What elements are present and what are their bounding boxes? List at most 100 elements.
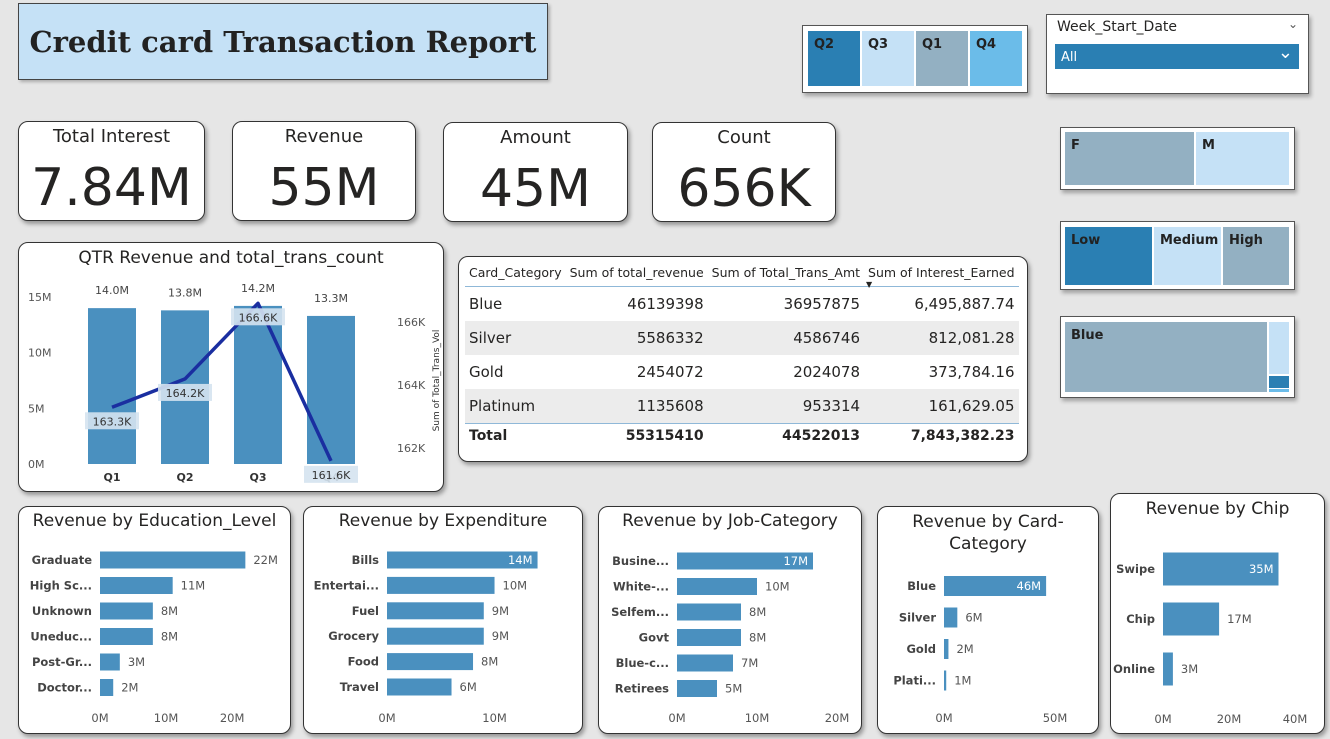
card-category-slicer: Blue bbox=[1060, 316, 1295, 398]
table-header[interactable]: Sum of Interest_Earned ▼ bbox=[864, 261, 1019, 289]
table-cell: Total bbox=[465, 423, 566, 448]
table-header[interactable]: Sum of total_revenue bbox=[565, 261, 708, 287]
bar[interactable] bbox=[234, 305, 282, 464]
table-cell: 46139398 bbox=[627, 295, 704, 313]
bar-data-label: 10M bbox=[765, 580, 790, 594]
gender-slicer-item-f[interactable]: F bbox=[1065, 132, 1194, 185]
bar-data-label: 8M bbox=[749, 631, 766, 645]
quarter-slicer-item-q2[interactable]: Q2 bbox=[808, 31, 860, 86]
table-cell: Blue bbox=[469, 295, 503, 313]
bar-data-label: 8M bbox=[161, 604, 178, 618]
category-label: Entertai... bbox=[314, 578, 379, 592]
table-cell: Platinum bbox=[465, 389, 566, 424]
gender-slicer-item-m[interactable]: M bbox=[1196, 132, 1289, 185]
card-category-chart: Blue 46M Silver 6M Gold 2M Plati... 1M 0M 50M bbox=[893, 576, 1067, 725]
bar[interactable] bbox=[100, 679, 114, 696]
quarter-slicer-item-q1[interactable]: Q1 bbox=[916, 31, 968, 86]
y-tick-label: 15M bbox=[28, 291, 52, 304]
bar[interactable] bbox=[677, 629, 741, 646]
bar[interactable] bbox=[677, 603, 741, 621]
bar[interactable] bbox=[677, 654, 733, 672]
income-slicer-item-high[interactable]: High bbox=[1223, 227, 1289, 285]
table-cell: 4586746 bbox=[707, 321, 865, 355]
kpi-total-interest: Total Interest 7.84M bbox=[18, 121, 205, 221]
bar[interactable] bbox=[944, 607, 958, 628]
quarter-slicer-item-q4[interactable]: Q4 bbox=[970, 31, 1022, 86]
category-label: Doctor... bbox=[37, 681, 92, 695]
bar[interactable] bbox=[387, 627, 484, 645]
report-title-box: Credit card Transaction Report bbox=[18, 3, 548, 80]
bar-data-label: 2M bbox=[956, 642, 973, 656]
category-label: Blue-c... bbox=[616, 656, 669, 670]
income-slicer-item-low[interactable]: Low bbox=[1065, 227, 1152, 285]
education-chart-card: Revenue by Education_Level Graduate 22M Hi… bbox=[18, 506, 291, 734]
bar-data-label: 1M bbox=[954, 674, 971, 688]
card-slicer-item-small[interactable] bbox=[1269, 389, 1289, 392]
trans-count-line[interactable] bbox=[111, 301, 333, 462]
table-cell: Silver bbox=[465, 321, 566, 355]
y2-axis-label: Sum of Total_Trans_Vol bbox=[432, 330, 442, 432]
category-label: Online bbox=[1113, 662, 1155, 676]
bar-data-label: 14.0M bbox=[95, 284, 129, 297]
bar[interactable] bbox=[387, 678, 452, 696]
bar[interactable] bbox=[944, 670, 947, 691]
expenditure-chart: Bills 14M Entertai... 10M Fuel 9M Grocery 9M Foo… bbox=[314, 551, 538, 725]
kpi-label: Amount bbox=[500, 127, 571, 148]
table-cell: 2024078 bbox=[793, 363, 861, 381]
chip-chart: Swipe 35M Chip 17M Online 3M 0M 20M 40M bbox=[1113, 552, 1308, 726]
table-cell: 373,784.16 bbox=[928, 363, 1015, 381]
x-tick-label: 20M bbox=[1217, 712, 1242, 726]
bar[interactable] bbox=[100, 551, 246, 569]
table-row: Platinum 1135608 953314 161,629.05 bbox=[465, 389, 1019, 424]
bar[interactable] bbox=[677, 578, 757, 595]
y-tick-label: 5M bbox=[28, 402, 45, 415]
table-header-row: Card_Category Sum of total_revenue Sum o… bbox=[465, 261, 1019, 289]
x-tick-label: 20M bbox=[220, 711, 245, 725]
bar[interactable] bbox=[387, 653, 474, 671]
bar-data-label: 9M bbox=[492, 604, 509, 618]
education-chart: Graduate 22M High Sc... 11M Unknown 8M Uneduc.… bbox=[30, 551, 278, 725]
sort-desc-icon: ▼ bbox=[866, 280, 873, 289]
bar[interactable] bbox=[100, 577, 173, 594]
x-tick-label: Q3 bbox=[249, 471, 266, 484]
x-tick-label: 40M bbox=[1283, 712, 1308, 726]
bar[interactable] bbox=[677, 680, 717, 697]
bar-data-label: 10M bbox=[503, 578, 528, 592]
qtr-revenue-chart: 0M 5M 10M 15M 162K 164K 166K Sum of Total_Trans… bbox=[28, 282, 442, 484]
dropdown-chevron-icon: ⌄ bbox=[1277, 42, 1293, 63]
category-label: Travel bbox=[340, 680, 379, 694]
bar-data-label: 7M bbox=[741, 656, 758, 670]
category-label: Unknown bbox=[32, 604, 92, 618]
week-slicer-dropdown[interactable]: All ⌄ bbox=[1055, 42, 1299, 69]
bar[interactable] bbox=[100, 602, 153, 620]
table-header[interactable]: Sum of Total_Trans_Amt bbox=[707, 261, 865, 287]
bar-data-label: 5M bbox=[725, 682, 742, 696]
income-slicer-item-medium[interactable]: Medium bbox=[1154, 227, 1221, 285]
quarter-slicer-item-q3[interactable]: Q3 bbox=[862, 31, 914, 86]
kpi-label: Revenue bbox=[284, 126, 364, 147]
card-slicer-item-small[interactable] bbox=[1269, 376, 1289, 388]
table-row: Gold 2454072 2024078 373,784.16 bbox=[465, 355, 1019, 389]
table-cell: 55315410 bbox=[565, 423, 708, 448]
kpi-value: 656K bbox=[677, 159, 811, 219]
bar[interactable] bbox=[1163, 652, 1173, 686]
bar[interactable] bbox=[100, 628, 153, 645]
bar[interactable] bbox=[307, 315, 355, 464]
bar[interactable] bbox=[88, 308, 136, 464]
bar[interactable] bbox=[387, 602, 484, 620]
x-tick-label: 0M bbox=[378, 711, 395, 725]
card-slicer-item-small[interactable] bbox=[1269, 322, 1289, 374]
slicer-chevron-icon[interactable]: ⌄ bbox=[1288, 17, 1298, 31]
bar[interactable] bbox=[1163, 602, 1220, 636]
table-cell: 812,081.28 bbox=[864, 321, 1019, 355]
x-tick-label: 0M bbox=[1154, 712, 1171, 726]
bar[interactable] bbox=[100, 653, 120, 671]
bar[interactable] bbox=[944, 639, 949, 659]
category-label: Fuel bbox=[352, 604, 379, 618]
bar-data-label: 3M bbox=[1181, 662, 1198, 676]
bar[interactable] bbox=[387, 576, 495, 594]
category-label: Swipe bbox=[1116, 562, 1155, 576]
table-header[interactable]: Card_Category bbox=[465, 261, 566, 287]
card-slicer-item-blue[interactable]: Blue bbox=[1065, 322, 1267, 392]
category-label: Busine... bbox=[612, 554, 669, 568]
